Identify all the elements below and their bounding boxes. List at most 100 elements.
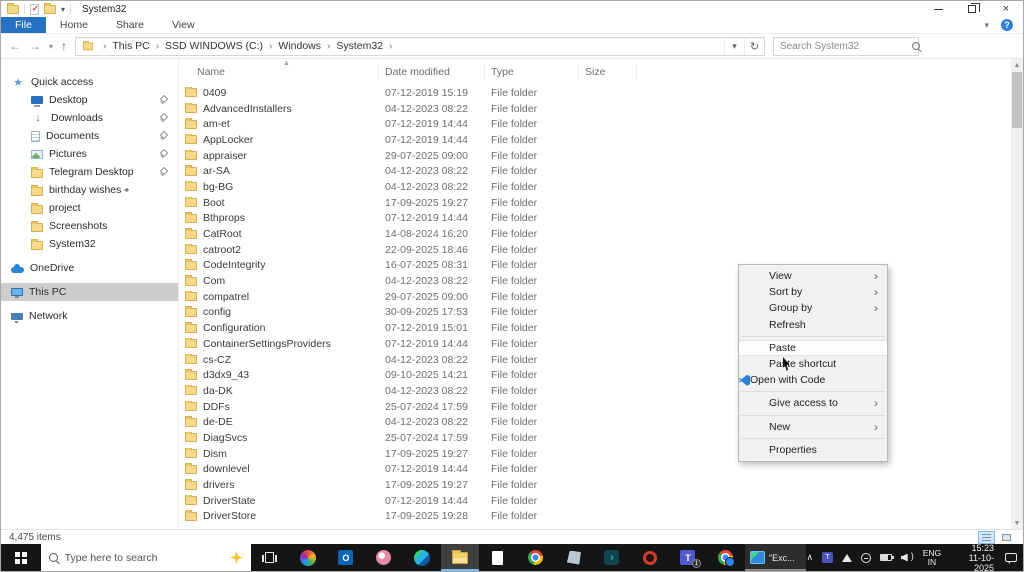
large-icons-view-button[interactable] (998, 531, 1015, 544)
taskbar-search-box[interactable]: Type here to search (40, 544, 251, 571)
opera-button[interactable] (631, 544, 669, 571)
sidebar-item-network[interactable]: Network ♣ (1, 307, 178, 325)
0409[interactable]: 0409 07-12-2019 15:19 File folder (179, 85, 1023, 101)
search-highlights-sparkle-icon[interactable] (229, 551, 243, 564)
qat-customize-chevron-icon[interactable]: ▾ (61, 5, 65, 14)
column-header[interactable]: Name (179, 65, 379, 79)
Dism[interactable]: Dism 17-09-2025 19:27 File folder (179, 446, 1023, 462)
explorer-search-box[interactable] (773, 36, 921, 56)
ar-SA[interactable]: ar-SA 04-12-2023 08:22 File folder (179, 163, 1023, 179)
breadcrumb-ssd-windows-c[interactable]: SSD WINDOWS (C:) (163, 40, 265, 52)
sidebar-item-this-pc[interactable]: This PC ♣ (1, 283, 178, 301)
catroot2[interactable]: catroot2 22-09-2025 18:46 File folder (179, 242, 1023, 258)
sidebar-item-documents[interactable]: Documents ♣ (1, 127, 178, 145)
menu-item-view[interactable]: View › (739, 268, 887, 284)
bg-BG[interactable]: bg-BG 04-12-2023 08:22 File folder (179, 179, 1023, 195)
tab-share[interactable]: Share (102, 17, 158, 33)
explorer-search-input[interactable] (774, 40, 913, 52)
column-header[interactable]: Size (579, 65, 637, 79)
AdvancedInstallers[interactable]: AdvancedInstallers 04-12-2023 08:22 File… (179, 101, 1023, 117)
tab-file[interactable]: File (1, 17, 46, 33)
Com[interactable]: Com 04-12-2023 08:22 File folder (179, 273, 1023, 289)
close-button[interactable]: × (989, 1, 1023, 17)
forward-button[interactable]: → (29, 39, 41, 53)
menu-item-group-by[interactable]: Group by › (739, 300, 887, 316)
menu-item-refresh[interactable]: Refresh › (739, 317, 887, 333)
chrome-button[interactable] (517, 544, 555, 571)
menu-item-properties[interactable]: Properties › (739, 442, 887, 458)
scrollbar-thumb[interactable] (1012, 72, 1022, 128)
compatrel[interactable]: compatrel 29-07-2025 09:00 File folder (179, 289, 1023, 305)
CodeIntegrity[interactable]: CodeIntegrity 16-07-2025 08:31 File fold… (179, 258, 1023, 274)
start-button[interactable] (1, 544, 41, 571)
outlook-button[interactable] (327, 544, 365, 571)
menu-item-open-with-code[interactable]: Open with Code › (739, 372, 887, 388)
AppLocker[interactable]: AppLocker 07-12-2019 14:44 File folder (179, 132, 1023, 148)
new-folder-icon[interactable] (44, 2, 56, 14)
sidebar-item-telegram-desktop[interactable]: Telegram Desktop ♣ (1, 163, 178, 181)
battery-icon[interactable] (879, 554, 894, 561)
sidebar-item-system32[interactable]: System32 ♣ (1, 235, 178, 253)
help-icon[interactable]: ? (1001, 19, 1013, 31)
paint3d-button[interactable] (365, 544, 403, 571)
menu-item-sort-by[interactable]: Sort by › (739, 284, 887, 300)
tab-home[interactable]: Home (46, 17, 102, 33)
DriverStore[interactable]: DriverStore 17-09-2025 19:28 File folder (179, 509, 1023, 525)
clock[interactable]: 15:23 11-10-2025 (950, 543, 994, 572)
DiagSvcs[interactable]: DiagSvcs 25-07-2024 17:59 File folder (179, 430, 1023, 446)
column-header[interactable]: Type (485, 65, 579, 79)
sidebar-item-project[interactable]: project ♣ (1, 199, 178, 217)
office-hub-button[interactable] (289, 544, 327, 571)
sidebar-item-birthday-wishes[interactable]: birthday wishes ♣ (1, 181, 178, 199)
volume-icon[interactable] (901, 551, 914, 563)
breadcrumb-this-pc[interactable]: This PC (110, 40, 151, 52)
menu-item-new[interactable]: New › (739, 419, 887, 435)
sidebar-item-downloads[interactable]: Downloads ♣ (1, 109, 178, 127)
wifi-icon[interactable] (841, 553, 852, 562)
Boot[interactable]: Boot 17-09-2025 19:27 File folder (179, 195, 1023, 211)
sidebar-item-onedrive[interactable]: OneDrive ♣ (1, 259, 178, 277)
vertical-scrollbar[interactable]: ▲ ▼ (1011, 59, 1023, 529)
sidebar-item-desktop[interactable]: Desktop ♣ (1, 91, 178, 109)
address-dropdown-chevron-icon[interactable]: ▾ (724, 37, 744, 55)
back-button[interactable]: ← (9, 39, 21, 53)
scroll-down-icon[interactable]: ▼ (1011, 517, 1023, 529)
config[interactable]: config 30-09-2025 17:53 File folder (179, 305, 1023, 321)
cs-CZ[interactable]: cs-CZ 04-12-2023 08:22 File folder (179, 352, 1023, 368)
drivers[interactable]: drivers 17-09-2025 19:27 File folder (179, 477, 1023, 493)
teams-tray-icon[interactable]: T (822, 552, 833, 563)
up-button[interactable]: ↑ (61, 39, 67, 53)
language-indicator[interactable]: ENG IN (923, 548, 941, 567)
photos-button[interactable] (555, 544, 593, 571)
edge-button[interactable] (403, 544, 441, 571)
menu-item-give-access-to[interactable]: Give access to › (739, 395, 887, 411)
d3dx9_43[interactable]: d3dx9_43 09-10-2025 14:21 File folder (179, 367, 1023, 383)
recent-locations-chevron-icon[interactable]: ▾ (49, 42, 53, 51)
onedrive-tray-icon[interactable] (860, 552, 871, 563)
minimize-button[interactable] (921, 1, 955, 17)
expand-ribbon-chevron-icon[interactable]: ▾ (984, 20, 989, 31)
address-box[interactable]: › This PC › SSD WINDOWS (C:) › Windows ›… (75, 36, 766, 56)
properties-check-icon[interactable] (30, 3, 39, 15)
sidebar-item-screenshots[interactable]: Screenshots ♣ (1, 217, 178, 235)
am-et[interactable]: am-et 07-12-2019 14:44 File folder (179, 116, 1023, 132)
Bthprops[interactable]: Bthprops 07-12-2019 14:44 File folder (179, 211, 1023, 227)
DriverState[interactable]: DriverState 07-12-2019 14:44 File folder (179, 493, 1023, 509)
code-app-button[interactable] (593, 544, 631, 571)
scroll-up-icon[interactable]: ▲ (1011, 59, 1023, 71)
notepad-button[interactable] (479, 544, 517, 571)
column-header[interactable]: Date modified (379, 65, 485, 79)
action-center-icon[interactable] (1005, 553, 1018, 564)
Configuration[interactable]: Configuration 07-12-2019 15:01 File fold… (179, 320, 1023, 336)
task-view-button[interactable] (251, 544, 289, 571)
teams-button[interactable]: 1 (669, 544, 707, 571)
show-hidden-icons-chevron[interactable]: ∧ (806, 552, 813, 563)
de-DE[interactable]: de-DE 04-12-2023 08:22 File folder (179, 414, 1023, 430)
excel-window-button[interactable]: "Exc... (744, 544, 807, 571)
sidebar-item-pictures[interactable]: Pictures ♣ (1, 145, 178, 163)
CatRoot[interactable]: CatRoot 14-08-2024 16:20 File folder (179, 226, 1023, 242)
sidebar-item-quick-access[interactable]: Quick access ♣ (1, 73, 178, 91)
breadcrumb-windows[interactable]: Windows (276, 40, 323, 52)
tab-view[interactable]: View (158, 17, 209, 33)
menu-item-paste[interactable]: Paste › (739, 339, 887, 356)
